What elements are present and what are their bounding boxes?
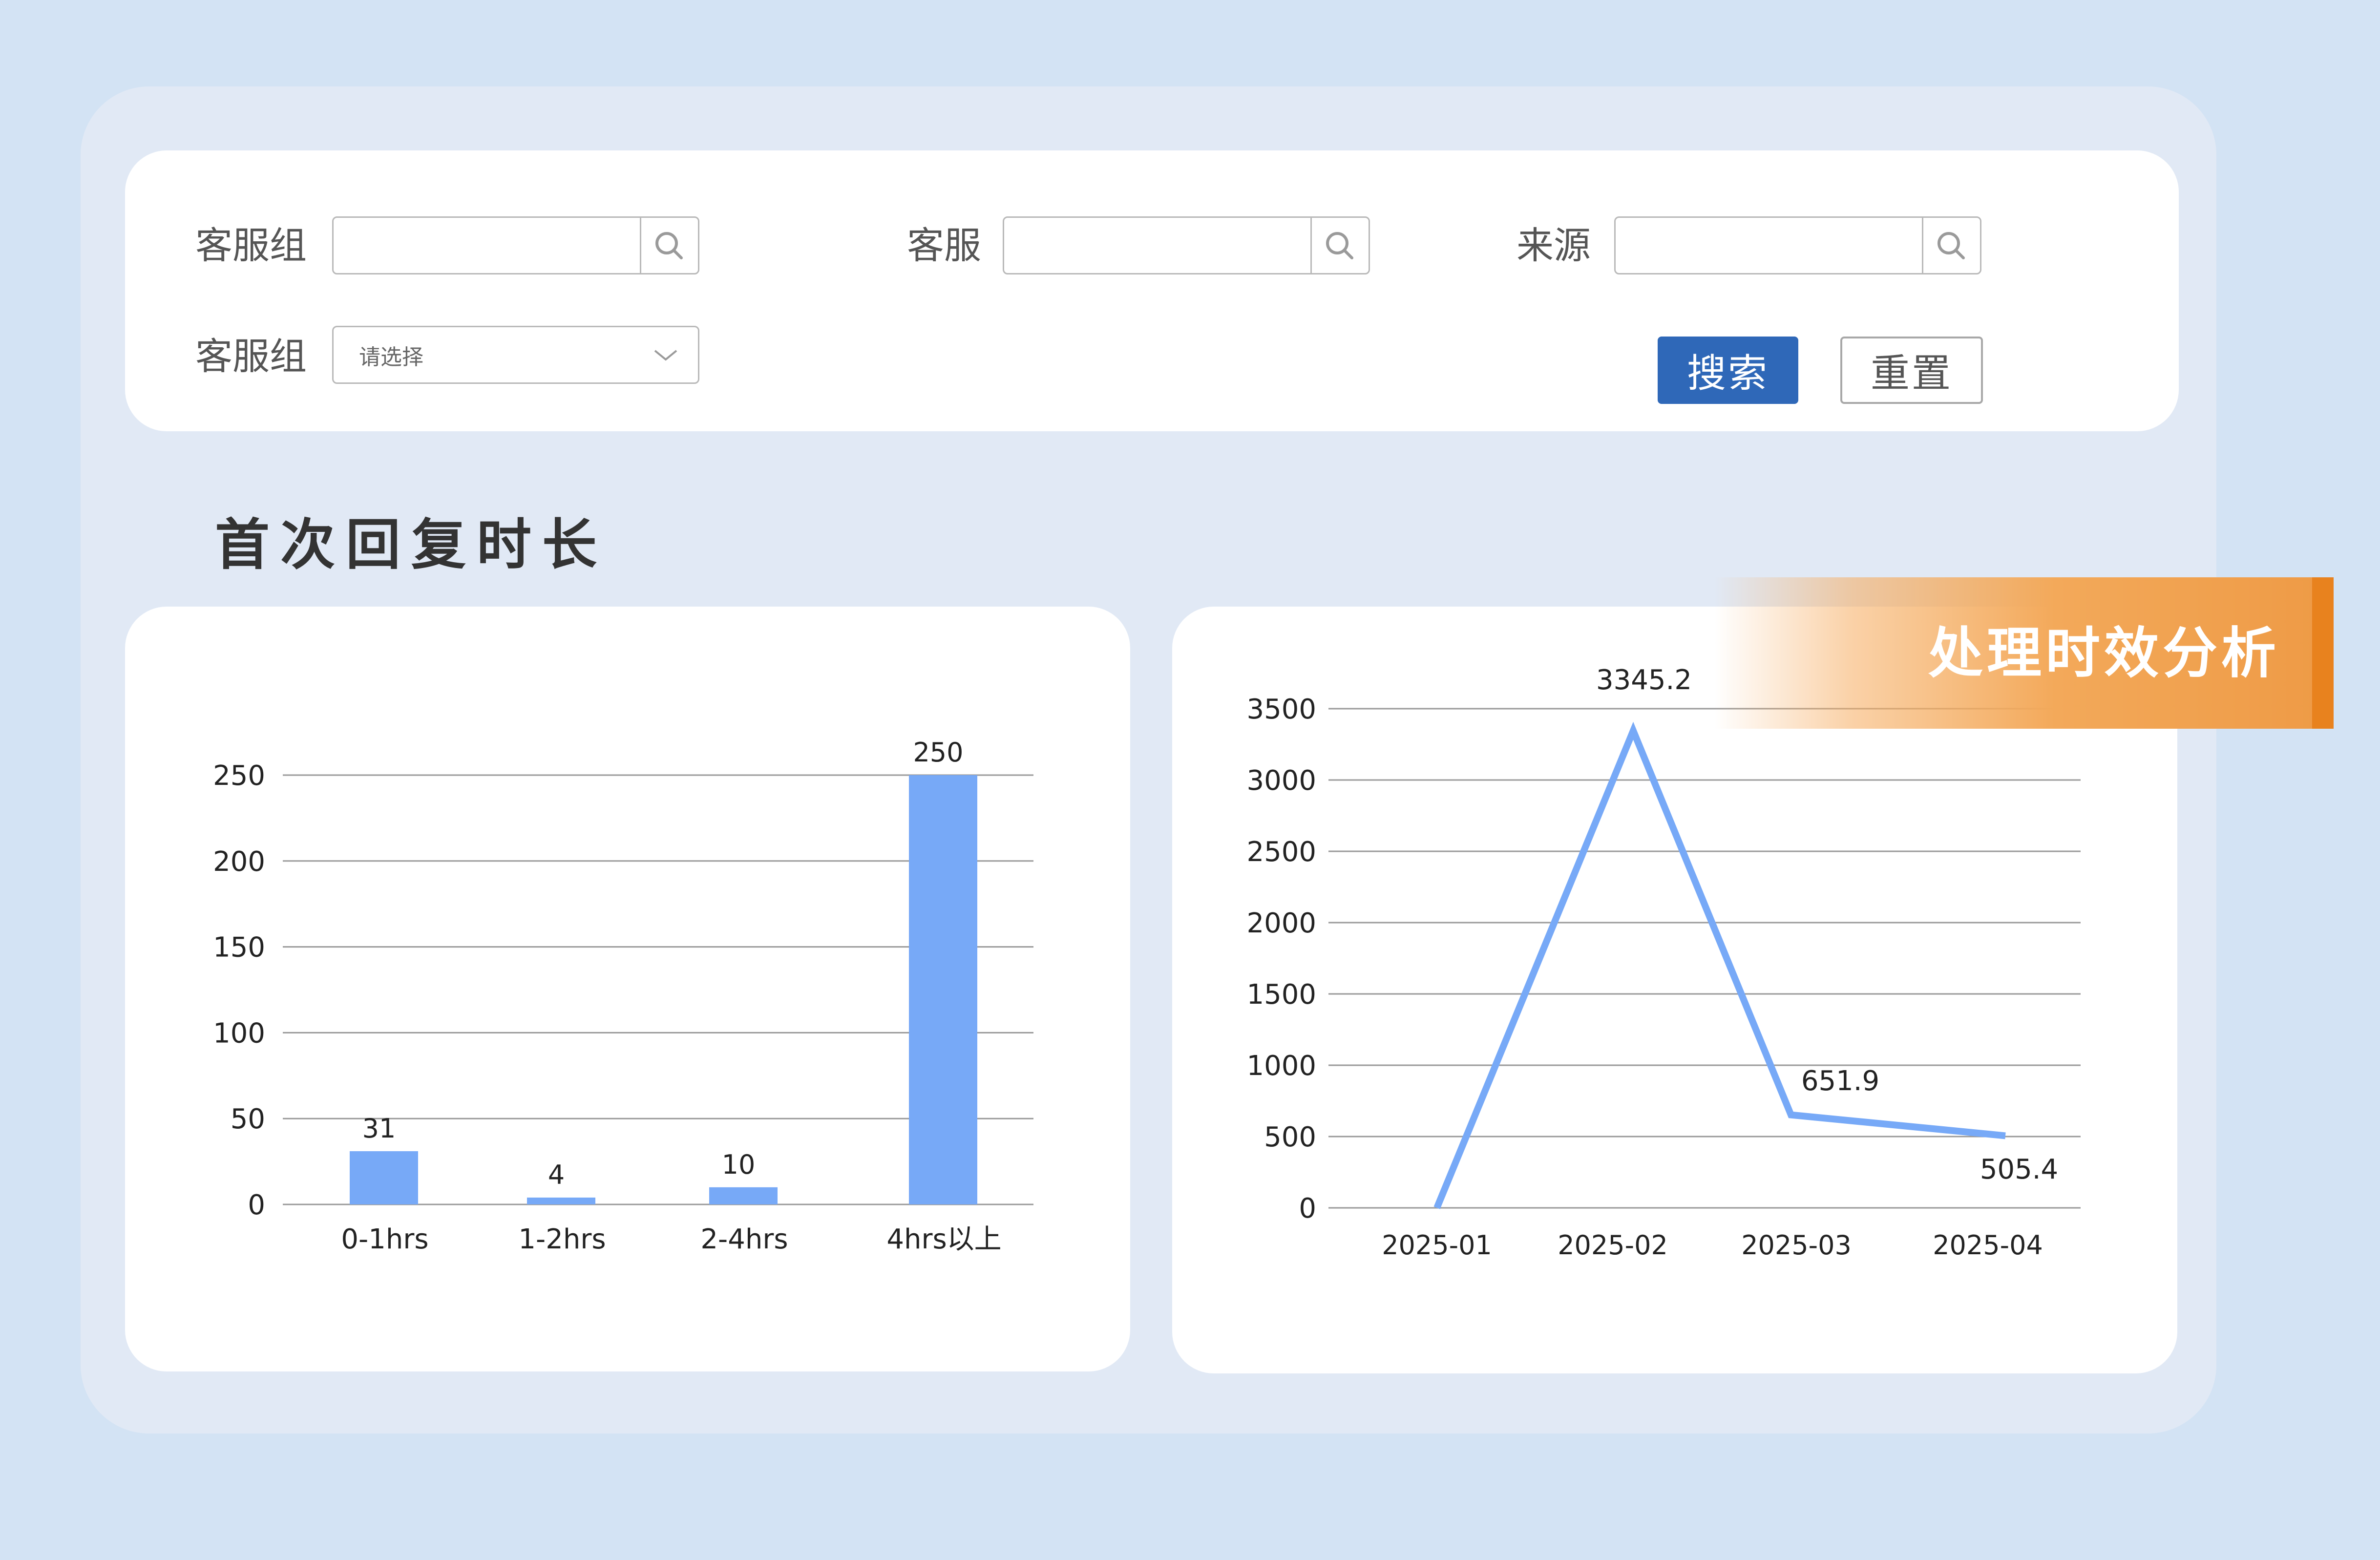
bar xyxy=(527,1197,595,1204)
x-tick-label: 2025-01 xyxy=(1382,1230,1492,1261)
bar xyxy=(909,775,977,1204)
banner-text: 处理时效分析 xyxy=(1928,622,2280,685)
x-tick-label: 0-1hrs xyxy=(341,1223,428,1255)
data-label: 4 xyxy=(548,1159,565,1190)
y-tick-label: 2000 xyxy=(1246,907,1316,939)
group-select[interactable]: 请选择 xyxy=(332,326,699,384)
y-tick-label: 1500 xyxy=(1246,979,1316,1011)
y-tick-label: 1000 xyxy=(1246,1050,1316,1082)
data-label: 505.4 xyxy=(1980,1154,2058,1185)
y-tick-label: 3000 xyxy=(1246,765,1316,797)
bar-chart: 0 50 100 150 200 250 31 0-1hrs 4 1-2hrs 10 2-4hrs 25… xyxy=(213,737,1033,1255)
data-label: 250 xyxy=(913,737,963,768)
source-search-input[interactable] xyxy=(1616,218,1923,273)
y-tick-label: 100 xyxy=(213,1017,265,1049)
source-label: 来源 xyxy=(1516,224,1591,267)
chevron-down-icon xyxy=(654,350,677,361)
bar-chart-card: 0 50 100 150 200 250 31 0-1hrs 4 1-2hrs 10 2-4hrs 25… xyxy=(125,607,1130,1371)
agent-search-field[interactable] xyxy=(1003,216,1370,274)
search-icon xyxy=(1937,232,1965,259)
data-label: 10 xyxy=(722,1149,756,1180)
bar xyxy=(709,1187,778,1204)
source-search-button[interactable] xyxy=(1922,218,1980,273)
y-tick-label: 200 xyxy=(213,846,265,878)
group-select-label: 客服组 xyxy=(195,335,307,378)
y-tick-label: 3500 xyxy=(1246,694,1316,725)
banner-edge xyxy=(2312,577,2334,729)
search-button[interactable]: 搜索 xyxy=(1658,337,1798,404)
source-search-field[interactable] xyxy=(1614,216,1981,274)
x-tick-label: 2-4hrs xyxy=(700,1223,788,1255)
group-search-field[interactable] xyxy=(332,216,699,274)
x-tick-label: 2025-02 xyxy=(1558,1230,1668,1261)
agent-search-input[interactable] xyxy=(1004,218,1312,273)
bar xyxy=(350,1151,418,1204)
y-tick-label: 2500 xyxy=(1246,836,1316,868)
x-tick-label: 4hrs以上 xyxy=(886,1223,1001,1255)
section-title: 首次回复时长 xyxy=(215,513,608,577)
y-tick-label: 150 xyxy=(213,932,265,964)
agent-label: 客服 xyxy=(907,224,981,267)
y-tick-label: 50 xyxy=(231,1103,265,1135)
y-tick-label: 0 xyxy=(248,1189,265,1221)
x-tick-label: 2025-03 xyxy=(1741,1230,1852,1261)
data-label: 31 xyxy=(362,1113,396,1144)
data-label: 651.9 xyxy=(1801,1065,1879,1097)
search-icon xyxy=(1326,232,1353,259)
group-search-input[interactable] xyxy=(334,218,641,273)
section-banner: 处理时效分析 xyxy=(1714,577,2334,729)
search-icon xyxy=(655,232,683,259)
group-select-placeholder: 请选择 xyxy=(359,345,423,370)
x-tick-label: 2025-04 xyxy=(1933,1230,2043,1261)
agent-search-button[interactable] xyxy=(1310,218,1369,273)
group-label: 客服组 xyxy=(195,224,307,267)
group-search-button[interactable] xyxy=(640,218,698,273)
x-tick-label: 1-2hrs xyxy=(518,1223,606,1255)
y-tick-label: 250 xyxy=(213,760,265,792)
reset-button[interactable]: 重置 xyxy=(1840,337,1983,404)
y-tick-label: 0 xyxy=(1299,1193,1316,1224)
data-label: 3345.2 xyxy=(1596,664,1692,696)
y-tick-label: 500 xyxy=(1264,1121,1316,1153)
